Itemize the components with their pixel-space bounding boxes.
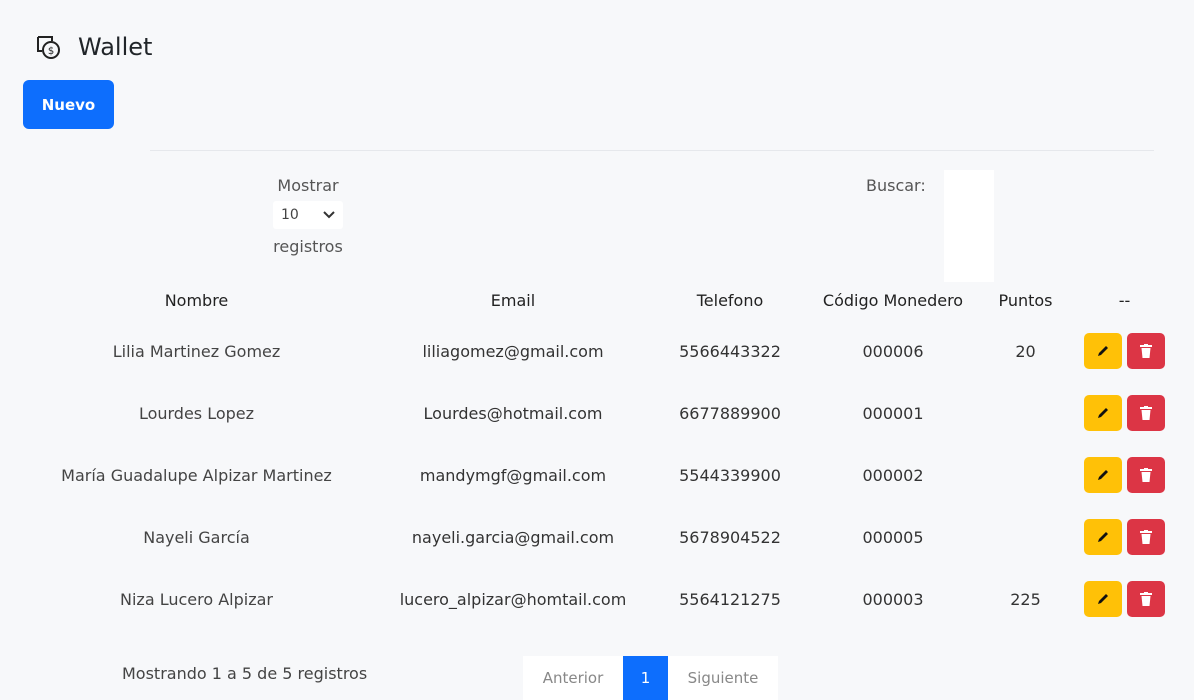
cell-actions xyxy=(1069,320,1180,382)
cell-actions xyxy=(1069,382,1180,444)
table-row: Lilia Martinez Gomez liliagomez@gmail.co… xyxy=(23,320,1180,382)
cell-name: Lourdes Lopez xyxy=(138,403,255,423)
pencil-icon xyxy=(1098,594,1108,604)
table-row: Niza Lucero Alpizar lucero_alpizar@homta… xyxy=(23,568,1180,630)
cell-phone: 5566443322 xyxy=(679,341,781,361)
edit-button[interactable] xyxy=(1084,457,1122,493)
wallet-table: Nombre Email Telefono Código Monedero Pu… xyxy=(23,280,1180,630)
cell-name: Niza Lucero Alpizar xyxy=(120,589,273,609)
table-row: Lourdes Lopez Lourdes@hotmail.com 667788… xyxy=(23,382,1180,444)
table-row: María Guadalupe Alpizar Martinez mandymg… xyxy=(23,444,1180,506)
edit-button[interactable] xyxy=(1084,519,1122,555)
page-header: $ Wallet xyxy=(34,33,152,61)
search-label: Buscar: xyxy=(866,176,926,195)
delete-button[interactable] xyxy=(1127,519,1165,555)
divider xyxy=(150,150,1154,151)
show-label: Mostrar xyxy=(277,176,339,195)
edit-button[interactable] xyxy=(1084,581,1122,617)
svg-text:$: $ xyxy=(48,46,54,57)
cell-actions xyxy=(1069,568,1180,630)
trash-icon xyxy=(1140,592,1152,606)
trash-icon xyxy=(1140,530,1152,544)
table-row: Nayeli García nayeli.garcia@gmail.com 56… xyxy=(23,506,1180,568)
next-page-button[interactable]: Siguiente xyxy=(668,656,778,700)
cell-email: mandymgf@gmail.com xyxy=(419,465,607,485)
edit-button[interactable] xyxy=(1084,395,1122,431)
cell-name: Nayeli García xyxy=(143,527,250,547)
table-header-row: Nombre Email Telefono Código Monedero Pu… xyxy=(23,280,1180,320)
cell-points xyxy=(982,444,1069,506)
column-header-actions: -- xyxy=(1118,290,1131,310)
cell-phone: 5678904522 xyxy=(679,527,781,547)
page-length-control: Mostrar 10 registros xyxy=(258,176,358,256)
cell-email: liliagomez@gmail.com xyxy=(422,341,604,361)
cell-wallet-code: 000002 xyxy=(862,465,924,485)
chevron-down-icon xyxy=(323,211,335,219)
edit-button[interactable] xyxy=(1084,333,1122,369)
page-length-select[interactable]: 10 xyxy=(273,201,343,229)
records-label: registros xyxy=(273,237,343,256)
cell-name: Lilia Martinez Gomez xyxy=(112,341,281,361)
trash-icon xyxy=(1140,468,1152,482)
cell-email: Lourdes@hotmail.com xyxy=(423,403,603,423)
column-header-points[interactable]: Puntos xyxy=(982,280,1069,320)
new-button[interactable]: Nuevo xyxy=(23,80,114,129)
delete-button[interactable] xyxy=(1127,581,1165,617)
cell-actions xyxy=(1069,444,1180,506)
cell-points: 20 xyxy=(1015,341,1036,361)
cell-email: nayeli.garcia@gmail.com xyxy=(411,527,615,547)
search-input[interactable] xyxy=(944,170,994,282)
cell-points xyxy=(982,382,1069,444)
cell-email: lucero_alpizar@homtail.com xyxy=(399,589,627,609)
cell-wallet-code: 000003 xyxy=(862,589,924,609)
pencil-icon xyxy=(1098,532,1108,542)
page-title: Wallet xyxy=(78,33,153,61)
cell-phone: 5564121275 xyxy=(679,589,781,609)
cell-phone: 5544339900 xyxy=(679,465,781,485)
cell-wallet-code: 000005 xyxy=(862,527,924,547)
cell-points xyxy=(982,506,1069,568)
column-header-phone[interactable]: Telefono xyxy=(656,280,804,320)
column-header-name[interactable]: Nombre xyxy=(23,280,370,320)
cell-wallet-code: 000006 xyxy=(862,341,924,361)
delete-button[interactable] xyxy=(1127,457,1165,493)
trash-icon xyxy=(1140,406,1152,420)
wallet-icon: $ xyxy=(37,36,60,59)
cell-phone: 6677889900 xyxy=(679,403,781,423)
pencil-icon xyxy=(1098,408,1108,418)
column-header-wallet-code[interactable]: Código Monedero xyxy=(804,280,982,320)
cell-wallet-code: 000001 xyxy=(862,403,924,423)
delete-button[interactable] xyxy=(1127,333,1165,369)
page-length-value: 10 xyxy=(281,207,299,223)
pagination: Anterior 1 Siguiente xyxy=(523,656,778,700)
page-1-button[interactable]: 1 xyxy=(623,656,668,700)
pencil-icon xyxy=(1098,346,1108,356)
column-header-email[interactable]: Email xyxy=(370,280,656,320)
cell-name: María Guadalupe Alpizar Martinez xyxy=(61,465,332,485)
trash-icon xyxy=(1140,344,1152,358)
pencil-icon xyxy=(1098,470,1108,480)
cell-actions xyxy=(1069,506,1180,568)
previous-page-button[interactable]: Anterior xyxy=(523,656,623,700)
delete-button[interactable] xyxy=(1127,395,1165,431)
table-info: Mostrando 1 a 5 de 5 registros xyxy=(122,664,368,683)
cell-points: 225 xyxy=(1010,589,1041,609)
